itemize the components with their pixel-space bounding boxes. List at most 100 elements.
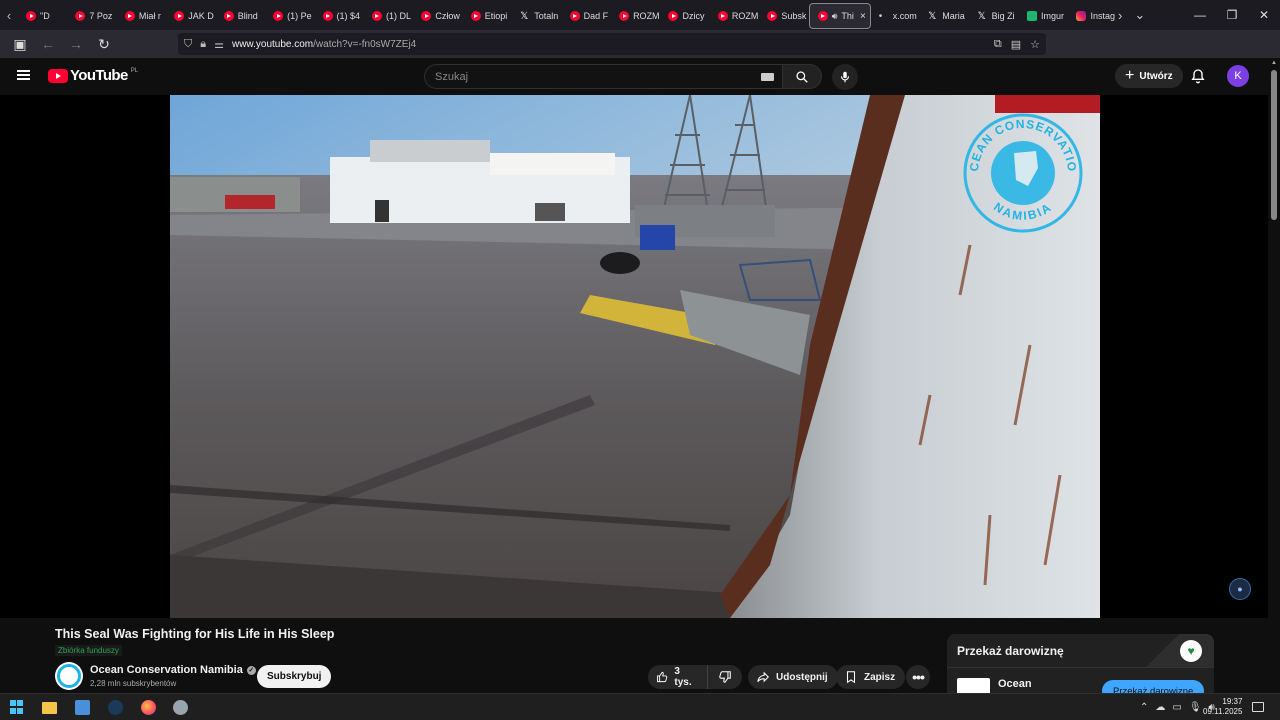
notification-center-icon[interactable]: [1252, 702, 1264, 712]
guide-menu-icon[interactable]: [17, 70, 30, 80]
back-icon[interactable]: ←: [36, 32, 60, 56]
tab[interactable]: Big Zi: [970, 3, 1019, 29]
nonprofit-name: Ocean: [998, 678, 1032, 690]
search-button[interactable]: [782, 64, 822, 89]
dot-icon: [879, 11, 889, 21]
page-scrollbar[interactable]: ▲: [1268, 58, 1280, 693]
microphone-tray-icon[interactable]: 🎙︎: [1189, 702, 1202, 713]
taskbar-clock[interactable]: 19:37 09.11.2025: [1203, 697, 1242, 717]
search-icon: [796, 70, 808, 83]
search-input[interactable]: [435, 70, 735, 83]
youtube-icon: [717, 11, 728, 21]
tab[interactable]: Totaln: [512, 3, 561, 29]
file-explorer-icon[interactable]: [42, 702, 57, 714]
tab[interactable]: Maria: [920, 3, 969, 29]
youtube-icon: [322, 11, 333, 21]
channel-branding-icon[interactable]: ●: [1229, 578, 1251, 600]
share-button[interactable]: Udostępnij: [748, 665, 838, 689]
tab[interactable]: (1) $4: [315, 3, 364, 29]
tab-audio-icon[interactable]: 🔊︎: [832, 11, 838, 22]
youtube-icon: [371, 11, 382, 21]
thumbs-down-icon: [719, 671, 731, 683]
donate-heart-icon: ♥: [1180, 640, 1202, 662]
youtube-icon: [26, 11, 36, 21]
sidebar-toggle-icon[interactable]: ▣: [8, 32, 32, 56]
tab[interactable]: ROZM: [611, 3, 660, 29]
tab[interactable]: (1) DL: [364, 3, 413, 29]
tabs-scroll-right-icon[interactable]: ›: [1118, 8, 1122, 23]
tab[interactable]: Imgur: [1019, 3, 1068, 29]
youtube-header: YouTube PL + Utwórz K: [0, 58, 1280, 95]
close-window-icon[interactable]: ✕: [1248, 0, 1280, 30]
permissions-icon[interactable]: ⚌: [214, 38, 224, 51]
tab[interactable]: Etiopi: [463, 3, 512, 29]
save-button[interactable]: Zapisz: [836, 665, 906, 689]
steam-icon[interactable]: [108, 700, 123, 715]
tab-label: (1) DL: [385, 11, 411, 21]
tab[interactable]: Dad F: [562, 3, 611, 29]
tab[interactable]: ROZM: [710, 3, 759, 29]
fundraiser-badge[interactable]: Zbiórka funduszy: [55, 645, 122, 656]
tab[interactable]: x.com: [871, 3, 920, 29]
start-windows-icon[interactable]: [10, 700, 25, 715]
scroll-up-icon[interactable]: ▲: [1271, 60, 1277, 66]
video-title: This Seal Was Fighting for His Life in H…: [55, 627, 335, 641]
donation-header: Przekaż darowiznę: [947, 634, 1214, 667]
tab[interactable]: Blind: [216, 3, 265, 29]
tab[interactable]: Miał r: [117, 3, 166, 29]
search-box: [424, 64, 784, 89]
firefox-icon[interactable]: [141, 700, 156, 715]
like-button[interactable]: 3 tys.: [648, 665, 708, 689]
notifications-bell-icon[interactable]: [1190, 68, 1206, 84]
remote-desktop-icon[interactable]: [75, 700, 90, 715]
channel-avatar[interactable]: [55, 662, 83, 690]
keyboard-icon[interactable]: [761, 73, 774, 81]
youtube-icon: [569, 11, 580, 21]
tab[interactable]: 7 Poz: [67, 3, 116, 29]
more-actions-button[interactable]: •••: [906, 665, 930, 689]
plus-icon: +: [1125, 67, 1135, 84]
create-label: Utwórz: [1139, 70, 1173, 82]
minimize-icon[interactable]: —: [1184, 0, 1216, 30]
youtube-icon: [470, 11, 481, 21]
youtube-icon: [273, 11, 284, 21]
tab-label: Instag: [1090, 11, 1115, 21]
youtube-logo[interactable]: YouTube PL: [48, 67, 138, 84]
restore-icon[interactable]: ❐: [1216, 0, 1248, 30]
channel-name-row[interactable]: Ocean Conservation Namibia ✓: [90, 664, 256, 676]
tab[interactable]: Człow: [413, 3, 462, 29]
tray-expand-icon[interactable]: ⌃: [1140, 702, 1148, 713]
tab[interactable]: Dzicy: [660, 3, 709, 29]
onedrive-icon[interactable]: ☁: [1155, 702, 1165, 713]
forward-icon[interactable]: →: [64, 32, 88, 56]
tab-close-icon[interactable]: ×: [860, 11, 866, 22]
tab[interactable]: JAK D: [166, 3, 215, 29]
bookmark-star-icon[interactable]: ☆: [1030, 38, 1040, 51]
reader-view-icon[interactable]: ▤: [1011, 38, 1021, 51]
tab-active[interactable]: 🔊︎ Thi ×: [808, 3, 871, 29]
subscribe-button[interactable]: Subskrybuj: [257, 665, 332, 688]
network-icon[interactable]: ▭: [1172, 702, 1181, 713]
url-bar[interactable]: ⛉ 🔒︎ ⚌ www.youtube.com/watch?v=-fn0sW7ZE…: [178, 33, 1046, 55]
browser-tab-strip: ‹ "D 7 Poz Miał r JAK D Blind (1) Pe (1) $4 (1)…: [0, 0, 1280, 30]
account-avatar[interactable]: K: [1227, 65, 1249, 87]
lock-icon[interactable]: 🔒︎: [200, 38, 206, 51]
reload-icon[interactable]: ↻: [92, 32, 116, 56]
tab-label: Maria: [942, 11, 965, 21]
scrollbar-thumb[interactable]: [1271, 70, 1277, 220]
create-button[interactable]: + Utwórz: [1115, 64, 1183, 88]
tab[interactable]: Subsk: [759, 3, 808, 29]
tab[interactable]: (1) Pe: [265, 3, 314, 29]
ocean-conservation-namibia-watermark: OCEAN CONSERVATION NAMIBIA: [958, 108, 1083, 233]
shield-icon[interactable]: ⛉: [184, 38, 192, 51]
url-text[interactable]: www.youtube.com/watch?v=-fn0sW7ZEj4: [232, 39, 416, 50]
tab[interactable]: Instag: [1068, 3, 1117, 29]
tab-list-dropdown-icon[interactable]: ⌄: [1134, 7, 1145, 23]
app-icon[interactable]: [173, 700, 188, 715]
picture-in-picture-icon[interactable]: ⧉: [994, 38, 1002, 51]
dislike-button[interactable]: [708, 665, 742, 689]
tab[interactable]: "D: [18, 3, 67, 29]
tabs-scroll-left-icon[interactable]: ‹: [0, 0, 18, 30]
tab-list: "D 7 Poz Miał r JAK D Blind (1) Pe (1) $4 (1) D…: [18, 0, 1118, 30]
voice-search-button[interactable]: [832, 64, 858, 90]
